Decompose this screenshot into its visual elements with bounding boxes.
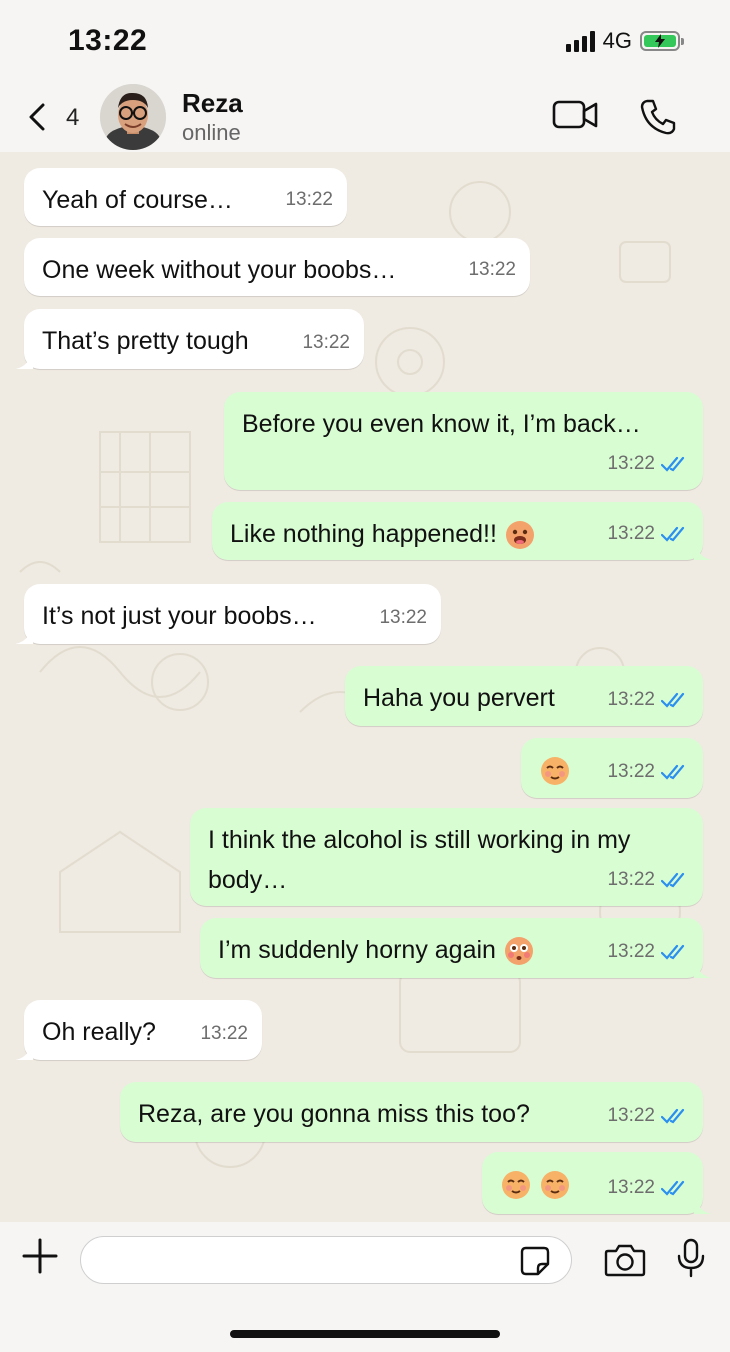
bubble-tail bbox=[694, 544, 712, 560]
plus-icon[interactable] bbox=[22, 1238, 58, 1274]
message-bubble-outgoing[interactable]: Before you even know it, I’m back… 13:22 bbox=[224, 392, 703, 490]
chat-area[interactable]: Yeah of course… 13:22 One week without y… bbox=[0, 152, 730, 1222]
message-meta: 13:22 bbox=[468, 250, 516, 290]
message-time: 13:22 bbox=[285, 189, 333, 210]
battery-icon bbox=[640, 31, 684, 51]
unread-count[interactable]: 4 bbox=[66, 104, 79, 132]
message-time: 13:22 bbox=[200, 1023, 248, 1044]
message-time: 13:22 bbox=[607, 761, 655, 782]
message-meta: 13:22 bbox=[607, 1168, 689, 1208]
message-time: 13:22 bbox=[607, 941, 655, 962]
message-bubble-outgoing[interactable]: I’m suddenly horny again 13:22 bbox=[200, 918, 712, 978]
back-chevron-icon[interactable] bbox=[24, 102, 54, 132]
signal-icon bbox=[565, 30, 595, 52]
message-text: Like nothing happened!! bbox=[230, 520, 497, 548]
message-text: I think the alcohol is still working in … bbox=[208, 826, 631, 894]
status-right: 4G bbox=[565, 28, 684, 54]
relieved-face-emoji bbox=[502, 1171, 530, 1200]
message-meta: 13:22 bbox=[607, 1096, 689, 1136]
drooling-face-emoji bbox=[505, 521, 534, 550]
sticker-icon[interactable] bbox=[520, 1246, 550, 1276]
message-meta: 13:22 bbox=[302, 323, 350, 363]
chat-header: 4 Reza online bbox=[0, 80, 730, 152]
message-meta: 13:22 bbox=[200, 1014, 248, 1054]
message-time: 13:22 bbox=[607, 689, 655, 710]
message-text: It’s not just your boobs… bbox=[42, 602, 317, 630]
message-meta: 13:22 bbox=[379, 598, 427, 638]
message-bubble-outgoing[interactable]: Like nothing happened!! 13:22 bbox=[212, 502, 712, 560]
relieved-face-emoji bbox=[540, 1171, 569, 1200]
read-receipt-icon bbox=[661, 456, 685, 472]
bubble-tail bbox=[15, 628, 33, 644]
message-bubble-outgoing[interactable]: Reza, are you gonna miss this too? 13:22 bbox=[120, 1082, 703, 1142]
read-receipt-icon bbox=[661, 1180, 685, 1196]
message-time: 13:22 bbox=[607, 1177, 655, 1198]
message-meta: 13:22 bbox=[607, 752, 689, 792]
read-receipt-icon bbox=[661, 1108, 685, 1124]
network-type: 4G bbox=[602, 28, 632, 53]
message-text: Reza, are you gonna miss this too? bbox=[138, 1100, 530, 1128]
message-meta: 13:22 bbox=[285, 180, 333, 220]
bubble-tail bbox=[15, 1044, 33, 1060]
contact-name[interactable]: Reza bbox=[182, 88, 243, 119]
read-receipt-icon bbox=[661, 872, 685, 888]
read-receipt-icon bbox=[661, 944, 685, 960]
message-text: Yeah of course… bbox=[42, 186, 233, 214]
message-text: Haha you pervert bbox=[363, 684, 555, 712]
bubble-tail bbox=[15, 353, 33, 369]
video-call-icon[interactable] bbox=[552, 98, 600, 132]
message-bubble-outgoing[interactable]: I think the alcohol is still working in … bbox=[190, 808, 703, 906]
message-meta: 13:22 bbox=[607, 444, 689, 484]
message-composer bbox=[0, 1222, 730, 1352]
message-bubble-incoming[interactable]: It’s not just your boobs… 13:22 bbox=[15, 584, 441, 644]
message-input[interactable] bbox=[80, 1236, 572, 1284]
message-bubble-outgoing[interactable]: 13:22 bbox=[521, 738, 703, 798]
message-text: One week without your boobs… bbox=[42, 256, 397, 284]
message-time: 13:22 bbox=[302, 332, 350, 353]
message-bubble-incoming[interactable]: That’s pretty tough 13:22 bbox=[15, 309, 364, 369]
message-time: 13:22 bbox=[607, 523, 655, 544]
message-text: I’m suddenly horny again bbox=[218, 936, 496, 964]
message-bubble-incoming[interactable]: Oh really? 13:22 bbox=[15, 1000, 262, 1060]
message-time: 13:22 bbox=[607, 453, 655, 474]
contact-status: online bbox=[182, 120, 241, 145]
message-meta: 13:22 bbox=[607, 860, 689, 900]
message-text: Oh really? bbox=[42, 1018, 156, 1046]
message-meta: 13:22 bbox=[607, 514, 689, 554]
home-indicator bbox=[230, 1330, 500, 1338]
status-bar: 13:22 4G bbox=[0, 0, 730, 80]
message-bubble-incoming[interactable]: Yeah of course… 13:22 bbox=[24, 168, 347, 226]
message-time: 13:22 bbox=[607, 1105, 655, 1126]
message-bubble-incoming[interactable]: One week without your boobs… 13:22 bbox=[24, 238, 530, 296]
message-meta: 13:22 bbox=[607, 680, 689, 720]
read-receipt-icon bbox=[661, 692, 685, 708]
flushed-face-emoji bbox=[504, 937, 533, 966]
message-time: 13:22 bbox=[468, 259, 516, 280]
message-text: That’s pretty tough bbox=[42, 327, 249, 355]
phone-call-icon[interactable] bbox=[638, 98, 678, 136]
status-time: 13:22 bbox=[68, 24, 148, 57]
message-bubble-outgoing[interactable]: Haha you pervert 13:22 bbox=[345, 666, 703, 726]
message-time: 13:22 bbox=[607, 869, 655, 890]
message-bubble-outgoing[interactable]: 13:22 bbox=[482, 1152, 712, 1214]
avatar[interactable] bbox=[100, 84, 166, 150]
relieved-face-emoji bbox=[541, 757, 569, 786]
microphone-icon[interactable] bbox=[676, 1238, 706, 1278]
camera-icon[interactable] bbox=[604, 1242, 646, 1278]
message-time: 13:22 bbox=[379, 607, 427, 628]
read-receipt-icon bbox=[661, 764, 685, 780]
message-text: Before you even know it, I’m back… bbox=[242, 410, 641, 438]
bubble-tail bbox=[694, 1198, 712, 1214]
bubble-tail bbox=[694, 962, 712, 978]
read-receipt-icon bbox=[661, 526, 685, 542]
message-meta: 13:22 bbox=[607, 932, 689, 972]
